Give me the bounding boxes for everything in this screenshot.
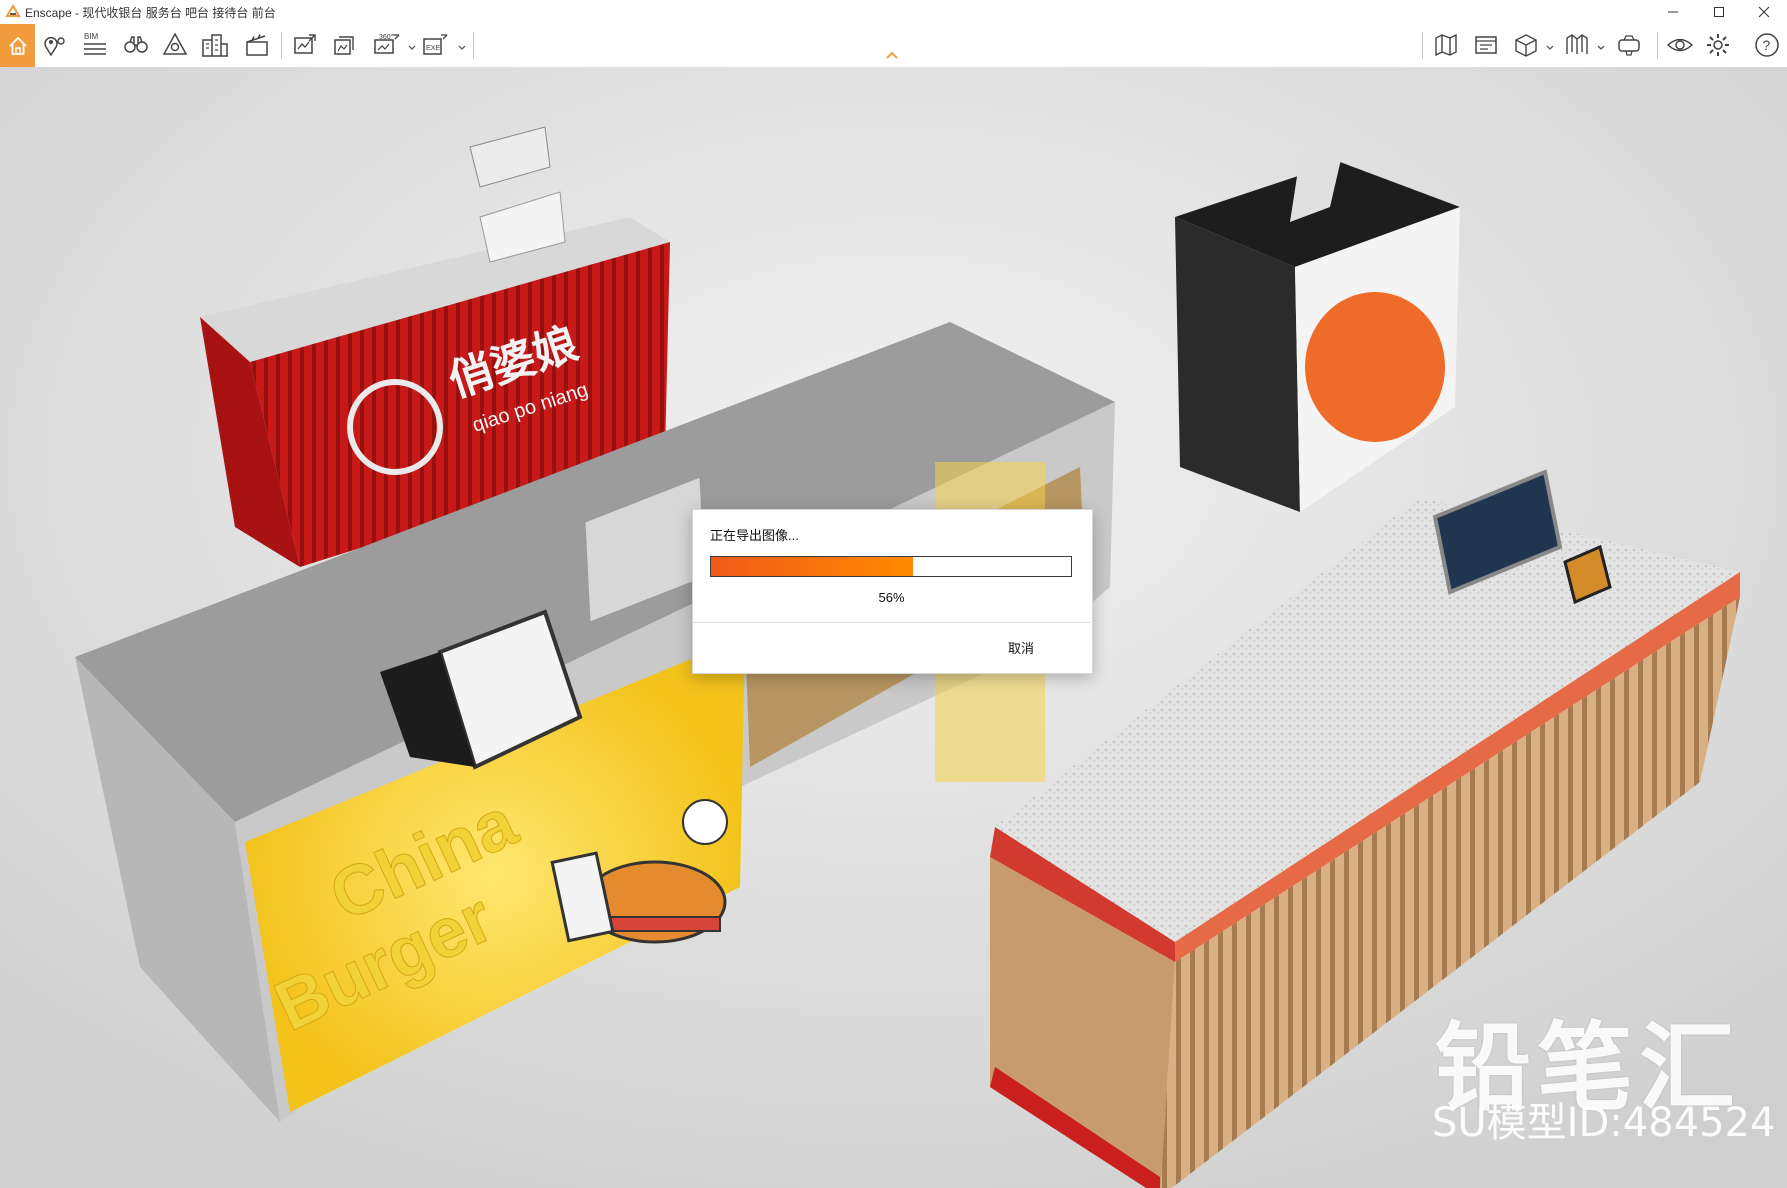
cancel-button[interactable]: 取消 <box>1008 638 1034 657</box>
close-button[interactable] <box>1741 0 1787 24</box>
svg-text:360°: 360° <box>379 33 394 41</box>
help-icon: ? <box>1755 33 1779 57</box>
visual-settings-button[interactable] <box>1665 28 1695 62</box>
binoculars-button[interactable] <box>121 28 151 62</box>
clapperboard-icon <box>246 34 268 56</box>
materials-button[interactable] <box>1562 28 1592 62</box>
bim-icon: BIM <box>84 32 106 55</box>
asset-library-button[interactable] <box>160 28 190 62</box>
eye-visual-settings-icon <box>1666 38 1694 52</box>
maximize-button[interactable] <box>1696 0 1742 24</box>
minimize-button[interactable] <box>1650 0 1696 24</box>
toolbar: BIM 360° EXE ? <box>0 24 1787 68</box>
buildings-icon <box>202 34 228 57</box>
video-editor-button[interactable] <box>242 28 272 62</box>
close-icon <box>1758 6 1770 18</box>
capture-manager-button[interactable] <box>1471 28 1501 62</box>
home-icon <box>8 36 27 55</box>
minimize-icon <box>1668 11 1678 13</box>
export-progress-dialog: 正在导出图像... 56% 取消 <box>692 509 1093 674</box>
bim-button[interactable]: BIM <box>80 28 110 62</box>
maximize-icon <box>1714 7 1724 17</box>
progress-percent-label: 56% <box>878 590 905 605</box>
binoculars-icon <box>124 36 148 53</box>
map-button[interactable] <box>1431 28 1461 62</box>
pin-icon <box>44 37 65 57</box>
dialog-divider <box>693 622 1090 623</box>
view-mode-button[interactable] <box>1511 28 1541 62</box>
map-icon <box>1435 33 1457 57</box>
home-button[interactable] <box>0 24 35 67</box>
vr-headset-icon <box>1618 35 1640 56</box>
vr-headset-button[interactable] <box>1614 28 1644 62</box>
chevron-down-icon[interactable] <box>1597 45 1605 51</box>
svg-text:?: ? <box>1763 37 1771 53</box>
capture-manager-icon <box>1475 36 1497 54</box>
site-context-button[interactable] <box>200 28 230 62</box>
asset-library-icon <box>162 32 188 55</box>
screenshot-export-button[interactable] <box>290 28 320 62</box>
model-id-watermark: SU模型ID:484524 <box>1432 1100 1776 1146</box>
cube-view-icon <box>1515 34 1537 57</box>
panorama-360-icon: 360° <box>374 33 400 54</box>
progress-bar <box>710 556 1072 577</box>
progress-bar-fill <box>711 557 913 576</box>
toolbar-separator <box>1422 32 1423 59</box>
chevron-up-icon[interactable] <box>885 50 899 60</box>
enscape-logo-icon <box>5 4 21 17</box>
chevron-down-icon[interactable] <box>1546 45 1554 51</box>
batch-export-button[interactable] <box>330 28 360 62</box>
toolbar-separator <box>1657 32 1658 59</box>
dialog-title: 正在导出图像... <box>710 528 799 543</box>
chevron-down-icon[interactable] <box>408 45 416 51</box>
screenshot-export-icon <box>294 34 316 54</box>
exe-export-icon: EXE <box>423 34 448 55</box>
settings-button[interactable] <box>1703 28 1733 62</box>
svg-text:EXE: EXE <box>426 45 440 52</box>
toolbar-separator <box>281 32 282 59</box>
gear-icon <box>1707 34 1729 56</box>
exe-export-button[interactable]: EXE <box>420 28 450 62</box>
chevron-down-icon[interactable] <box>458 45 466 51</box>
materials-icon <box>1566 34 1588 54</box>
svg-text:BIM: BIM <box>84 32 99 41</box>
help-button[interactable]: ? <box>1752 28 1782 62</box>
batch-export-icon <box>334 36 354 55</box>
title-bar: Enscape - 现代收银台 服务台 吧台 接待台 前台 <box>0 0 1787 24</box>
views-button[interactable] <box>40 28 70 62</box>
window-title: Enscape - 现代收银台 服务台 吧台 接待台 前台 <box>25 6 276 20</box>
toolbar-separator <box>473 32 474 59</box>
panorama-export-button[interactable]: 360° <box>372 28 402 62</box>
